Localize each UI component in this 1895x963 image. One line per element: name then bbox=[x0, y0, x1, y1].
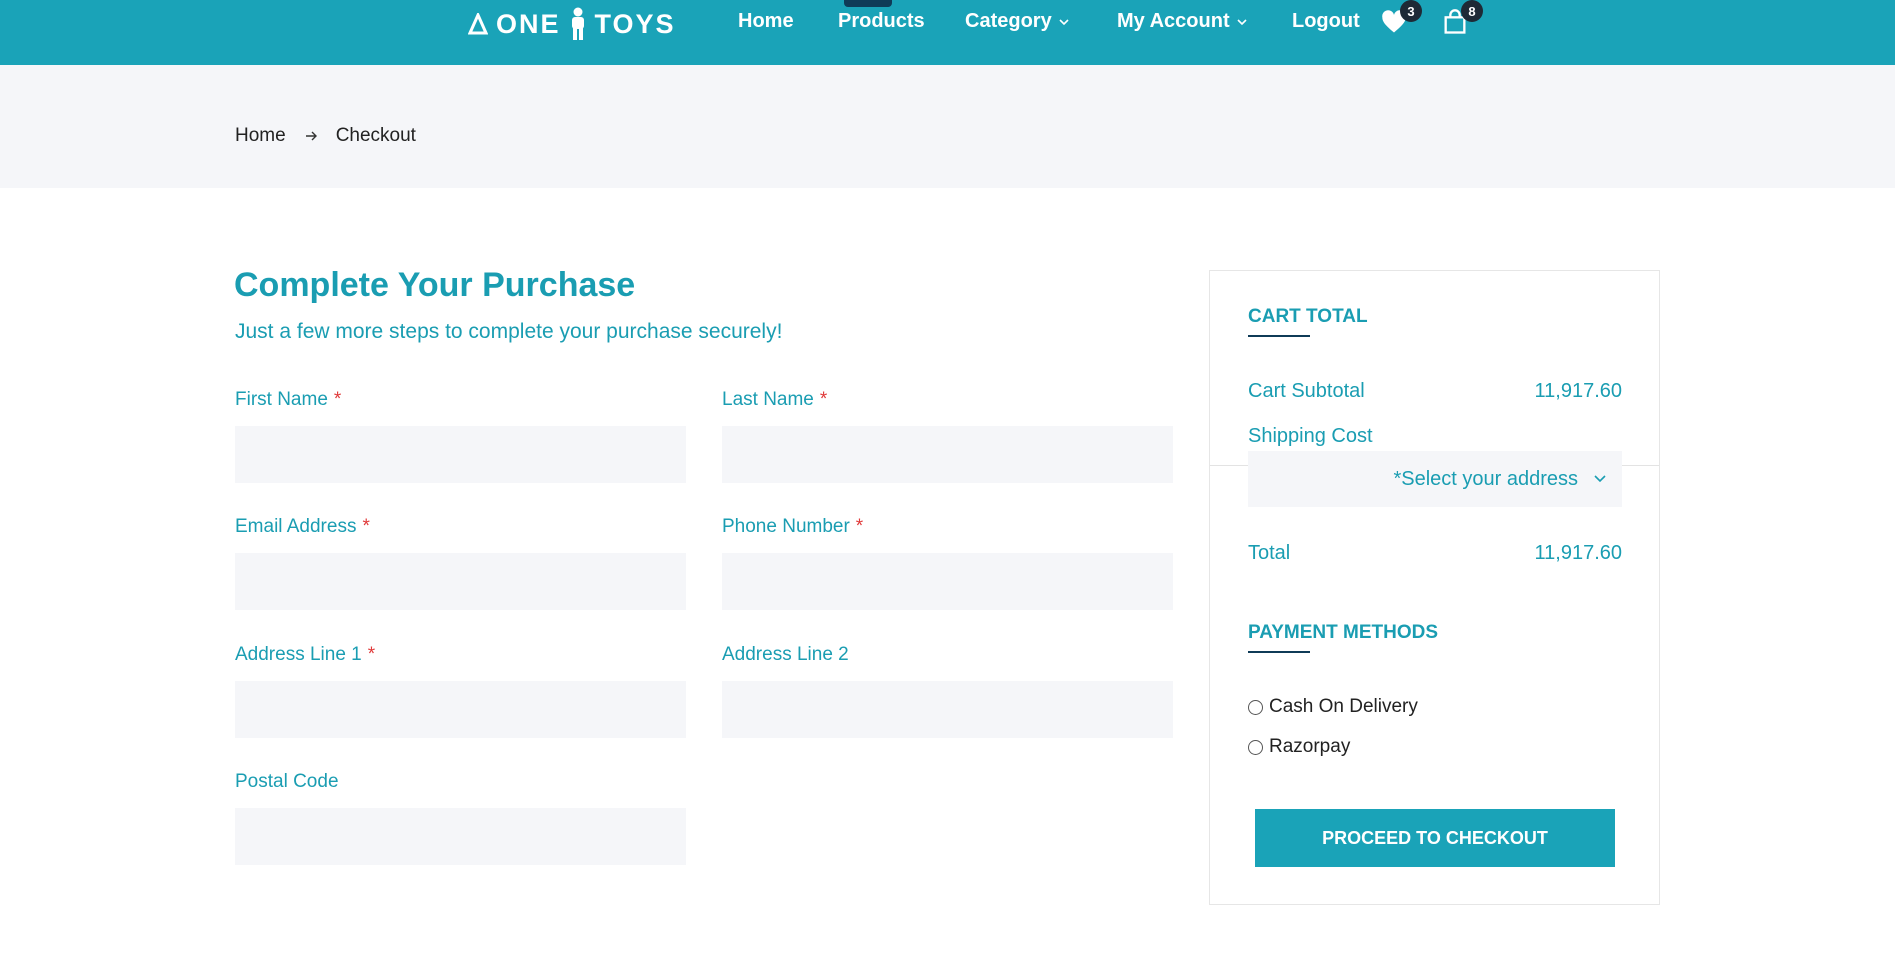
nav-products-label: Products bbox=[838, 10, 925, 32]
breadcrumb-current: Checkout bbox=[335, 125, 416, 146]
logo-kid-icon bbox=[571, 7, 584, 40]
email-label: Email Address * bbox=[235, 516, 370, 538]
logo-text-toys: TOYS bbox=[594, 8, 676, 39]
payment-methods-title: PAYMENT METHODS bbox=[1248, 622, 1439, 643]
total-value: 11,917.60 bbox=[1534, 542, 1623, 564]
payment-option-cod[interactable]: Cash On Delivery bbox=[1248, 696, 1418, 718]
breadcrumb: Home Checkout bbox=[235, 125, 416, 147]
breadcrumb-home[interactable]: Home bbox=[235, 125, 286, 147]
nav-category[interactable]: Category bbox=[965, 10, 1070, 33]
wishlist-count-badge: 3 bbox=[1400, 0, 1422, 22]
payment-methods-underline bbox=[1248, 651, 1310, 653]
cart-button[interactable]: 8 bbox=[1441, 0, 1483, 38]
address1-label: Address Line 1 * bbox=[235, 644, 375, 666]
nav-home[interactable]: Home bbox=[738, 10, 794, 33]
required-mark: * bbox=[333, 389, 342, 410]
active-nav-indicator bbox=[844, 0, 892, 7]
nav-logout[interactable]: Logout bbox=[1292, 10, 1360, 33]
cart-subtotal-label: Cart Subtotal bbox=[1248, 380, 1365, 402]
site-logo[interactable]: ONE TOYS bbox=[468, 6, 676, 42]
page-title: Complete Your Purchase bbox=[234, 266, 636, 304]
postal-code-label: Postal Code bbox=[235, 771, 339, 793]
email-input[interactable] bbox=[235, 553, 686, 610]
last-name-input[interactable] bbox=[722, 426, 1173, 483]
phone-input[interactable] bbox=[722, 553, 1173, 610]
required-mark: * bbox=[362, 516, 370, 537]
chevron-down-icon bbox=[1237, 18, 1247, 25]
address1-label-text: Address Line 1 bbox=[235, 644, 362, 665]
page-subtitle: Just a few more steps to complete your p… bbox=[235, 320, 783, 343]
site-header: ONE TOYS Home Products Category My Accou… bbox=[0, 0, 1895, 65]
nav-my-account-label: My Account bbox=[1117, 10, 1230, 32]
first-name-input[interactable] bbox=[235, 426, 686, 483]
proceed-to-checkout-button[interactable]: PROCEED TO CHECKOUT bbox=[1255, 809, 1615, 867]
nav-home-label: Home bbox=[738, 10, 794, 32]
address2-label: Address Line 2 bbox=[722, 644, 849, 666]
shipping-cost-label: Shipping Cost bbox=[1248, 425, 1373, 447]
nav-category-label: Category bbox=[965, 10, 1052, 32]
cart-total-underline bbox=[1248, 335, 1310, 337]
address2-label-text: Address Line 2 bbox=[722, 644, 849, 665]
last-name-label-text: Last Name bbox=[722, 389, 814, 410]
address-select[interactable]: *Select your address bbox=[1248, 451, 1622, 507]
required-mark: * bbox=[367, 644, 376, 665]
first-name-label: First Name * bbox=[235, 389, 341, 411]
phone-label: Phone Number * bbox=[722, 516, 863, 538]
first-name-label-text: First Name bbox=[235, 389, 328, 410]
cart-total-title: CART TOTAL bbox=[1248, 306, 1368, 327]
radio-button[interactable] bbox=[1248, 739, 1263, 755]
arrow-right-icon bbox=[305, 131, 317, 141]
last-name-label: Last Name * bbox=[722, 389, 827, 411]
nav-products[interactable]: Products bbox=[838, 10, 925, 33]
payment-option-razorpay[interactable]: Razorpay bbox=[1248, 736, 1350, 758]
cart-count-badge: 8 bbox=[1461, 0, 1483, 22]
wishlist-button[interactable]: 3 bbox=[1380, 0, 1422, 38]
address2-input[interactable] bbox=[722, 681, 1173, 738]
nav-my-account[interactable]: My Account bbox=[1117, 10, 1248, 33]
logo-text-one: ONE bbox=[496, 8, 561, 39]
radio-button[interactable] bbox=[1248, 699, 1263, 715]
postal-code-label-text: Postal Code bbox=[235, 771, 339, 792]
address1-input[interactable] bbox=[235, 681, 686, 738]
required-mark: * bbox=[819, 389, 828, 410]
chevron-down-icon bbox=[1594, 475, 1606, 483]
chevron-down-icon bbox=[1059, 18, 1069, 25]
nav-logout-label: Logout bbox=[1292, 10, 1360, 32]
payment-option-label: Cash On Delivery bbox=[1269, 696, 1418, 717]
cart-subtotal-value: 11,917.60 bbox=[1534, 380, 1623, 402]
logo-triangle-icon bbox=[468, 13, 488, 35]
address-select-value: *Select your address bbox=[1393, 467, 1578, 490]
postal-code-input[interactable] bbox=[235, 808, 686, 865]
required-mark: * bbox=[855, 516, 864, 537]
phone-label-text: Phone Number bbox=[722, 516, 850, 537]
total-label: Total bbox=[1248, 542, 1291, 564]
payment-option-label: Razorpay bbox=[1269, 736, 1351, 757]
email-label-text: Email Address bbox=[235, 516, 357, 537]
